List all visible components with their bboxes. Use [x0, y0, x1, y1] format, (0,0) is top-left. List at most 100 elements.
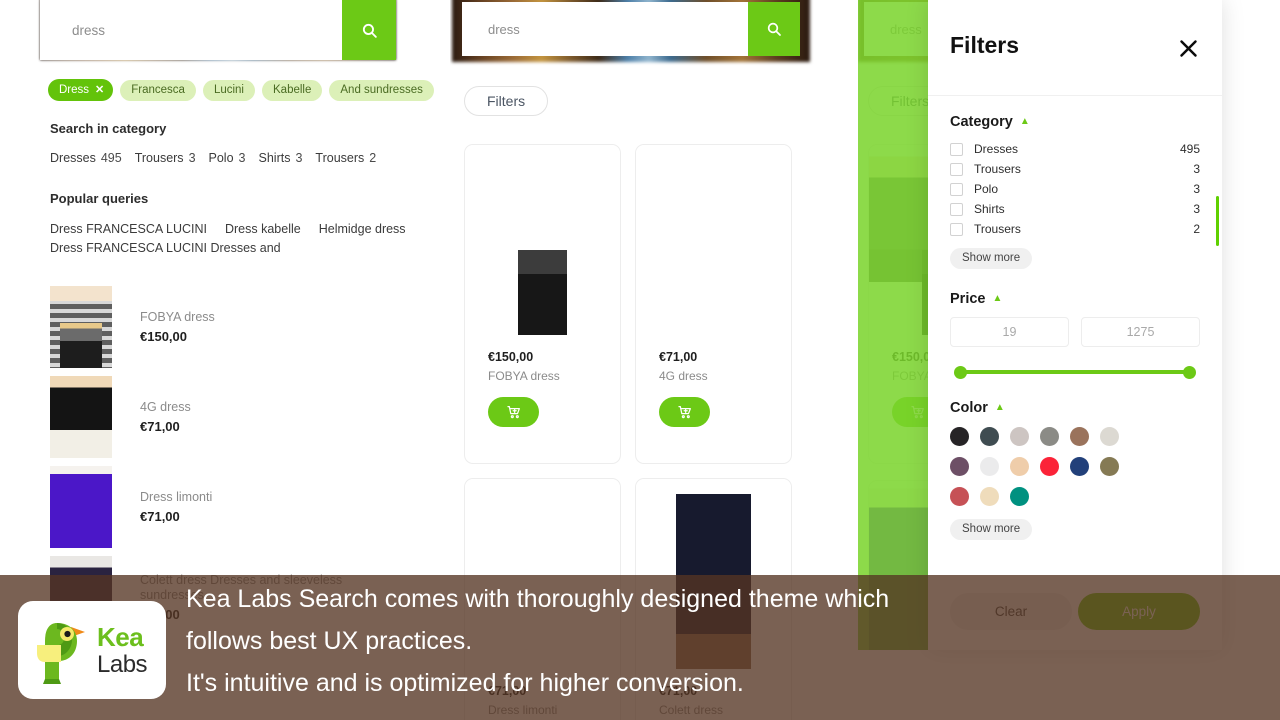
results-search-input[interactable]: dress	[462, 22, 748, 37]
caption-line-1: Kea Labs Search comes with thoroughly de…	[186, 585, 890, 613]
product-price: €71,00	[659, 350, 698, 364]
suggest-search-input[interactable]: dress	[40, 23, 342, 38]
filter-section-title: Color	[950, 400, 988, 416]
filters-modal: Filters Category ▲ Dresses 495 Trousers …	[928, 0, 1222, 650]
category-name: Trousers	[134, 151, 184, 165]
popular-query-link[interactable]: Dress FRANCESCA LUCINI	[50, 220, 207, 239]
suggest-tag-list: Dress ✕ Francesca Lucini Kabelle And sun…	[48, 79, 434, 101]
category-show-more-button[interactable]: Show more	[950, 248, 1033, 269]
price-range-slider[interactable]	[952, 366, 1198, 379]
color-show-more-button[interactable]: Show more	[950, 519, 1033, 540]
list-item[interactable]: Dress limonti €71,00	[50, 462, 440, 552]
slider-handle-max[interactable]	[1183, 366, 1196, 379]
suggest-tag[interactable]: Francesca	[120, 79, 196, 101]
filter-option-count: 495	[1179, 142, 1200, 156]
caption-text: Kea Labs Search comes with thoroughly de…	[186, 578, 1256, 704]
results-search-bar[interactable]: dress	[462, 2, 800, 56]
filter-option-row[interactable]: Shirts 3	[950, 199, 1200, 219]
filter-option-label: Trousers	[974, 162, 1021, 176]
search-icon	[362, 23, 377, 38]
chevron-up-icon[interactable]: ▲	[1020, 117, 1030, 127]
color-swatch[interactable]	[1070, 457, 1089, 476]
popular-query-link[interactable]: Dress FRANCESCA LUCINI Dresses and	[50, 239, 281, 258]
filter-section-color-header[interactable]: Color ▲	[950, 400, 1200, 416]
add-to-cart-icon	[677, 406, 691, 419]
filter-option-row[interactable]: Trousers 2	[950, 219, 1200, 239]
filter-option-row[interactable]: Dresses 495	[950, 139, 1200, 159]
color-swatch[interactable]	[950, 427, 969, 446]
category-link[interactable]: Shirts 3	[259, 151, 303, 165]
list-item[interactable]: 4G dress €71,00	[50, 372, 440, 462]
popular-query-link[interactable]: Dress kabelle	[225, 220, 301, 239]
filter-option-label: Trousers	[974, 222, 1021, 236]
color-swatch[interactable]	[950, 487, 969, 506]
color-swatch[interactable]	[1010, 457, 1029, 476]
checkbox[interactable]	[950, 222, 963, 236]
caption-line-3: It's intuitive and is optimized for high…	[186, 669, 744, 697]
add-to-cart-button[interactable]	[659, 397, 710, 427]
chevron-up-icon[interactable]: ▲	[992, 294, 1002, 304]
color-swatch[interactable]	[980, 487, 999, 506]
suggest-tag[interactable]: Kabelle	[262, 79, 323, 101]
modal-scrollbar[interactable]	[1216, 196, 1219, 246]
product-card[interactable]: €150,00 FOBYA dress	[464, 144, 621, 464]
filter-option-row[interactable]: Polo 3	[950, 179, 1200, 199]
list-item[interactable]: FOBYA dress €150,00	[50, 282, 440, 372]
color-swatch[interactable]	[980, 457, 999, 476]
slider-handle-min[interactable]	[954, 366, 967, 379]
filters-modal-header: Filters	[928, 0, 1222, 96]
product-image	[465, 145, 620, 335]
filter-section-title: Price	[950, 291, 986, 307]
popular-query-link[interactable]: Helmidge dress	[319, 220, 406, 239]
caption-line-2: follows best UX practices.	[186, 627, 473, 655]
color-swatch[interactable]	[950, 457, 969, 476]
close-icon[interactable]: ✕	[95, 83, 104, 96]
color-swatch[interactable]	[1040, 427, 1059, 446]
category-link[interactable]: Polo 3	[209, 151, 246, 165]
product-card[interactable]: €71,00 4G dress	[635, 144, 792, 464]
suggest-tag[interactable]: And sundresses	[329, 79, 434, 101]
filter-option-label: Polo	[974, 182, 999, 196]
product-name: 4G dress	[140, 400, 191, 414]
caption-overlay-bar: Kea Labs Kea Labs Search comes with thor…	[0, 575, 1280, 720]
color-swatch[interactable]	[1010, 427, 1029, 446]
category-count: 3	[295, 151, 303, 165]
add-to-cart-icon	[506, 406, 520, 419]
suggest-search-bar[interactable]: dress	[40, 0, 396, 60]
filters-modal-close-button[interactable]	[1174, 34, 1202, 62]
color-swatch[interactable]	[980, 427, 999, 446]
popular-queries-row: Dress FRANCESCA LUCINI Dresses and	[50, 239, 430, 258]
filter-option-label: Shirts	[974, 202, 1005, 216]
category-link[interactable]: Dresses 495	[50, 151, 122, 165]
checkbox[interactable]	[950, 142, 963, 156]
suggest-tag[interactable]: Lucini	[202, 79, 255, 101]
category-link[interactable]: Trousers 2	[315, 151, 376, 165]
chevron-up-icon[interactable]: ▲	[995, 403, 1005, 413]
filter-option-row[interactable]: Trousers 3	[950, 159, 1200, 179]
suggest-tag-label: Dress	[59, 83, 90, 96]
category-count: 2	[369, 151, 377, 165]
results-search-button[interactable]	[748, 2, 800, 56]
price-max-input[interactable]: 1275	[1081, 317, 1200, 347]
color-swatch[interactable]	[1070, 427, 1089, 446]
filters-button[interactable]: Filters	[464, 86, 549, 116]
category-link[interactable]: Trousers 3	[135, 151, 196, 165]
color-swatch[interactable]	[1010, 487, 1029, 506]
suggest-search-button[interactable]	[342, 0, 396, 60]
checkbox[interactable]	[950, 162, 963, 176]
filter-section-title: Category	[950, 114, 1013, 130]
product-thumbnail	[50, 376, 112, 458]
checkbox[interactable]	[950, 202, 963, 216]
filter-option-count: 3	[1193, 162, 1200, 176]
add-to-cart-button[interactable]	[488, 397, 539, 427]
filter-section-price-header[interactable]: Price ▲	[950, 291, 1200, 307]
color-swatch[interactable]	[1100, 427, 1119, 446]
color-swatch[interactable]	[1040, 457, 1059, 476]
price-min-input[interactable]: 19	[950, 317, 1069, 347]
suggest-tag-active[interactable]: Dress ✕	[48, 79, 114, 101]
filter-section-category-header[interactable]: Category ▲	[950, 114, 1200, 130]
product-thumbnail	[50, 286, 112, 368]
color-swatch[interactable]	[1100, 457, 1119, 476]
category-count: 495	[100, 151, 122, 165]
checkbox[interactable]	[950, 182, 963, 196]
